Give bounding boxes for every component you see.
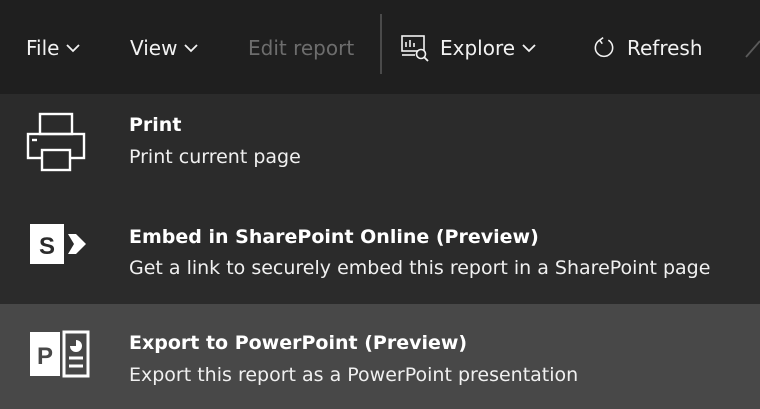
view-menu-label: View xyxy=(130,36,178,60)
edit-report-label: Edit report xyxy=(248,36,355,60)
svg-text:S: S xyxy=(39,233,55,260)
refresh-label: Refresh xyxy=(627,36,703,60)
toolbar-divider xyxy=(380,14,382,74)
refresh-icon xyxy=(594,36,614,58)
edit-report-button[interactable]: Edit report xyxy=(248,31,354,65)
chevron-down-icon xyxy=(66,44,81,53)
sharepoint-icon: S xyxy=(30,224,86,264)
menu-item-export-powerpoint[interactable]: P Export to PowerPoint (Preview) Export … xyxy=(0,304,760,409)
refresh-button[interactable]: Refresh xyxy=(591,31,703,65)
menu-item-title: Embed in SharePoint Online (Preview) xyxy=(129,226,539,248)
chevron-down-icon xyxy=(522,44,536,53)
pin-icon xyxy=(745,40,760,58)
menu-item-embed-sharepoint[interactable]: S Embed in SharePoint Online (Preview) G… xyxy=(0,204,760,304)
view-menu-button[interactable]: View xyxy=(130,31,199,65)
menu-item-print[interactable]: Print Print current page xyxy=(0,94,760,194)
file-menu-label: File xyxy=(26,36,60,60)
menu-item-description: Export this report as a PowerPoint prese… xyxy=(129,364,579,386)
chevron-down-icon xyxy=(184,44,199,53)
menu-item-title: Print xyxy=(129,114,182,136)
toolbar: File View Edit report Explore Refresh xyxy=(0,0,760,94)
menu-item-description: Print current page xyxy=(129,146,301,168)
printer-icon xyxy=(26,112,86,172)
powerpoint-icon: P xyxy=(30,330,90,378)
explore-menu-label: Explore xyxy=(440,36,516,60)
menu-item-title: Export to PowerPoint (Preview) xyxy=(129,332,468,354)
menu-item-description: Get a link to securely embed this report… xyxy=(129,257,711,279)
explore-menu-button[interactable]: Explore xyxy=(400,31,536,65)
app-window: File View Edit report Explore Refresh Pr… xyxy=(0,0,760,409)
svg-text:P: P xyxy=(37,343,53,370)
overflow-toolbar-icon[interactable] xyxy=(742,31,760,65)
file-menu-button[interactable]: File xyxy=(26,31,81,65)
explore-icon xyxy=(401,35,429,62)
file-dropdown-menu: Print Print current page S Embed in Shar… xyxy=(0,94,760,409)
